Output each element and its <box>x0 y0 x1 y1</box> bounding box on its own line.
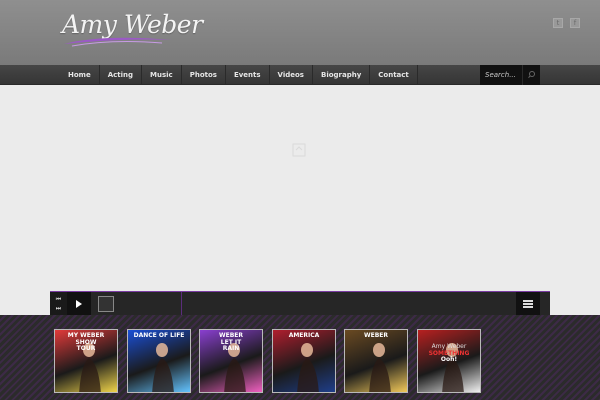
previous-track-icon[interactable]: ⏮ <box>50 295 67 304</box>
search-button[interactable] <box>522 65 540 85</box>
slider-area <box>0 85 600 291</box>
site-header: Amy Weber t f <box>0 0 600 65</box>
nav-item-biography[interactable]: Biography <box>311 65 369 85</box>
logo-swoosh <box>64 37 172 47</box>
album-cover[interactable]: WEBER LET IT RAIN <box>199 329 263 393</box>
playlist-menu-button[interactable] <box>516 292 540 315</box>
music-player: ⏮ ⏭ <box>50 291 550 315</box>
twitter-icon[interactable]: t <box>553 18 563 28</box>
next-track-icon[interactable]: ⏭ <box>50 304 67 313</box>
nav-item-contact[interactable]: Contact <box>369 65 418 85</box>
main-nav: Home Acting Music Photos Events Videos B… <box>0 65 600 85</box>
nav-item-acting[interactable]: Acting <box>98 65 141 85</box>
nav-item-events[interactable]: Events <box>224 65 269 85</box>
play-button[interactable] <box>67 292 91 315</box>
site-logo[interactable]: Amy Weber <box>62 8 203 50</box>
menu-icon <box>523 300 533 302</box>
album-title: DANCE OF LIFE <box>133 332 185 339</box>
album-cover[interactable]: Amy Weber SOMETHING Ooh! <box>417 329 481 393</box>
album-title: AMERICA <box>288 332 320 339</box>
player-divider <box>181 292 182 315</box>
album-cover[interactable]: DANCE OF LIFE <box>127 329 191 393</box>
nav-item-photos[interactable]: Photos <box>180 65 225 85</box>
album-title: WEBER LET IT RAIN <box>218 332 243 353</box>
skip-controls: ⏮ ⏭ <box>50 292 67 315</box>
facebook-icon[interactable]: f <box>570 18 580 28</box>
album-cover[interactable]: WEBER <box>344 329 408 393</box>
track-cover-art <box>98 296 114 312</box>
album-title: MY WEBER SHOW TOUR <box>67 332 105 353</box>
search-icon <box>528 71 535 78</box>
nav-item-music[interactable]: Music <box>141 65 181 85</box>
loading-icon <box>292 143 306 157</box>
search-input[interactable] <box>480 65 522 85</box>
album-title: WEBER <box>363 332 388 339</box>
nav-item-home[interactable]: Home <box>60 65 99 85</box>
nav-item-videos[interactable]: Videos <box>268 65 312 85</box>
album-strip: MY WEBER SHOW TOUR DANCE OF LIFE WEBER LET IT… <box>0 315 600 400</box>
nav-menu: Home Acting Music Photos Events Videos B… <box>60 65 418 85</box>
album-title: Amy Weber SOMETHING Ooh! <box>428 343 470 364</box>
album-cover[interactable]: AMERICA <box>272 329 336 393</box>
album-cover[interactable]: MY WEBER SHOW TOUR <box>54 329 118 393</box>
